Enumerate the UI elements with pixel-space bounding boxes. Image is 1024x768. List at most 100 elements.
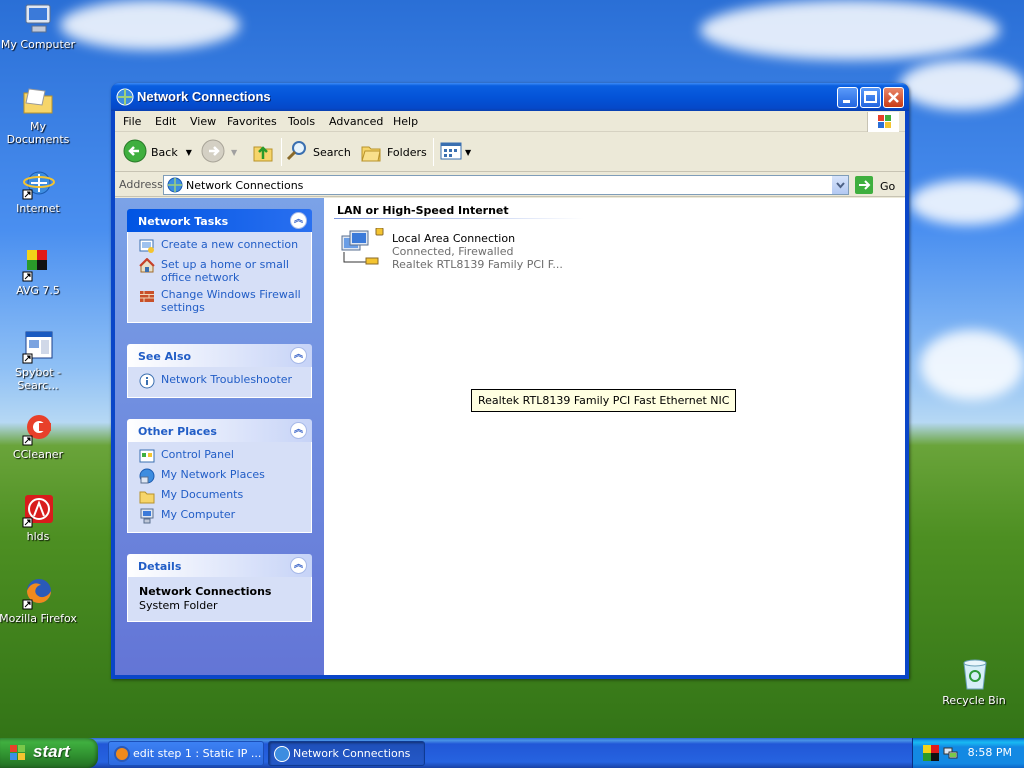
folder-icon bbox=[139, 488, 155, 504]
info-icon bbox=[139, 373, 155, 389]
place-my-documents[interactable]: My Documents bbox=[139, 488, 303, 504]
desktop-icon-label: My Computer bbox=[0, 38, 76, 51]
taskbar-button-network-connections[interactable]: Network Connections bbox=[268, 741, 425, 766]
clock: 8:58 PM bbox=[967, 746, 1012, 759]
title-bar[interactable]: Network Connections bbox=[111, 83, 909, 111]
up-folder-button[interactable] bbox=[251, 139, 275, 165]
device-tooltip: Realtek RTL8139 Family PCI Fast Ethernet… bbox=[471, 389, 737, 412]
network-places-icon bbox=[139, 468, 155, 484]
folders-button[interactable]: Folders bbox=[359, 139, 427, 165]
address-input[interactable]: Network Connections bbox=[163, 175, 849, 195]
start-button[interactable]: start bbox=[0, 738, 98, 768]
start-label: start bbox=[33, 742, 70, 761]
taskbar-button-label: Network Connections bbox=[293, 747, 411, 760]
menu-tools[interactable]: Tools bbox=[288, 115, 315, 128]
desktop-icon-hlds[interactable]: hlds bbox=[0, 494, 78, 543]
go-label: Go bbox=[880, 180, 896, 193]
desktop-icon-ccleaner[interactable]: CCleaner bbox=[0, 412, 78, 461]
minimize-button[interactable] bbox=[837, 87, 858, 108]
place-my-computer[interactable]: My Computer bbox=[139, 508, 303, 524]
forward-button[interactable]: ▼ bbox=[201, 139, 237, 165]
task-label: My Documents bbox=[161, 488, 244, 501]
details-header[interactable]: Details ︽ bbox=[127, 554, 312, 577]
collapse-chevron-icon[interactable]: ︽ bbox=[290, 212, 307, 229]
task-setup-home-network[interactable]: Set up a home or small office network bbox=[139, 257, 303, 284]
desktop-icon-label: hlds bbox=[26, 530, 50, 543]
taskbar-button-label: edit step 1 : Static IP ... bbox=[133, 747, 262, 760]
standard-toolbar: Back ▼ ▼ Search Folders ▼ bbox=[115, 132, 905, 172]
desktop-icon-label: AVG 7.5 bbox=[16, 284, 60, 297]
desktop-icon-avg[interactable]: AVG 7.5 bbox=[0, 248, 78, 297]
menu-file[interactable]: File bbox=[123, 115, 141, 128]
taskbar-button-firefox[interactable]: edit step 1 : Static IP ... bbox=[108, 741, 264, 766]
menu-advanced[interactable]: Advanced bbox=[329, 115, 383, 128]
task-pane: Network Tasks ︽ Create a new connection … bbox=[115, 198, 324, 675]
task-label: Create a new connection bbox=[161, 238, 299, 251]
connection-status: Connected, Firewalled bbox=[392, 245, 514, 258]
collapse-chevron-icon[interactable]: ︽ bbox=[290, 347, 307, 364]
network-connections-window: Network Connections File Edit View Favor… bbox=[111, 83, 909, 679]
see-also-header[interactable]: See Also ︽ bbox=[127, 344, 312, 367]
cloud bbox=[700, 0, 1000, 60]
desktop-icon-label: Recycle Bin bbox=[942, 694, 1006, 707]
group-title: LAN or High-Speed Internet bbox=[337, 204, 509, 217]
maximize-button[interactable] bbox=[860, 87, 881, 108]
desktop-icon-my-computer[interactable]: My Computer bbox=[0, 2, 78, 51]
local-area-connection-item[interactable]: Local Area Connection Connected, Firewal… bbox=[338, 223, 568, 274]
desktop-icon-internet[interactable]: Internet bbox=[0, 166, 78, 215]
task-network-troubleshooter[interactable]: Network Troubleshooter bbox=[139, 373, 303, 389]
network-connections-icon bbox=[167, 177, 183, 196]
task-label: Set up a home or small office network bbox=[161, 258, 289, 284]
place-control-panel[interactable]: Control Panel bbox=[139, 448, 303, 464]
windows-logo-icon bbox=[867, 112, 899, 132]
menu-bar: File Edit View Favorites Tools Advanced … bbox=[115, 111, 905, 132]
desktop-icon-recycle-bin[interactable]: Recycle Bin bbox=[934, 658, 1014, 707]
details-panel: Details ︽ Network Connections System Fol… bbox=[127, 554, 312, 622]
network-tasks-header[interactable]: Network Tasks ︽ bbox=[127, 209, 312, 232]
search-button[interactable]: Search bbox=[285, 139, 351, 165]
cloud bbox=[910, 180, 1024, 225]
other-places-panel: Other Places ︽ Control Panel My Network … bbox=[127, 419, 312, 533]
other-places-body: Control Panel My Network Places My Docum… bbox=[127, 442, 312, 533]
back-label: Back bbox=[151, 145, 178, 159]
menu-edit[interactable]: Edit bbox=[155, 115, 176, 128]
address-dropdown-button[interactable] bbox=[831, 176, 848, 194]
go-button[interactable]: Go bbox=[855, 176, 895, 197]
chevron-down-icon[interactable]: ▼ bbox=[186, 148, 192, 157]
task-label: My Network Places bbox=[161, 468, 265, 481]
system-tray: 8:58 PM bbox=[912, 738, 1024, 768]
back-button[interactable]: Back ▼ bbox=[123, 139, 192, 165]
menu-view[interactable]: View bbox=[190, 115, 216, 128]
place-my-network-places[interactable]: My Network Places bbox=[139, 468, 303, 484]
window-client: File Edit View Favorites Tools Advanced … bbox=[115, 111, 905, 675]
home-network-icon bbox=[139, 257, 155, 274]
toolbar-separator bbox=[281, 138, 282, 166]
menu-help[interactable]: Help bbox=[393, 115, 418, 128]
desktop-icon-my-documents[interactable]: My Documents bbox=[0, 84, 78, 146]
task-change-firewall[interactable]: Change Windows Firewall settings bbox=[139, 288, 303, 314]
avg-tray-icon[interactable] bbox=[923, 745, 939, 764]
computer-icon bbox=[21, 2, 55, 36]
close-button[interactable] bbox=[883, 87, 904, 108]
task-create-connection[interactable]: Create a new connection bbox=[139, 238, 303, 254]
network-tasks-panel: Network Tasks ︽ Create a new connection … bbox=[127, 209, 312, 323]
avg-icon bbox=[21, 248, 55, 282]
other-places-header[interactable]: Other Places ︽ bbox=[127, 419, 312, 442]
collapse-chevron-icon[interactable]: ︽ bbox=[290, 422, 307, 439]
desktop-icon-label: Spybot - Searc... bbox=[15, 366, 61, 392]
search-icon bbox=[285, 139, 309, 166]
firefox-icon bbox=[114, 746, 130, 762]
spybot-icon bbox=[21, 330, 55, 364]
address-label: Address bbox=[119, 178, 163, 191]
desktop-icon-spybot[interactable]: Spybot - Searc... bbox=[0, 330, 78, 392]
collapse-chevron-icon[interactable]: ︽ bbox=[290, 557, 307, 574]
network-connection-icon bbox=[338, 223, 384, 272]
menu-favorites[interactable]: Favorites bbox=[227, 115, 277, 128]
connections-list: LAN or High-Speed Internet Local Area Co… bbox=[324, 198, 905, 675]
desktop-icon-firefox[interactable]: Mozilla Firefox bbox=[0, 576, 78, 625]
network-tray-icon[interactable] bbox=[943, 745, 959, 764]
views-button[interactable]: ▼ bbox=[439, 139, 471, 165]
group-divider bbox=[334, 218, 584, 219]
task-label: Control Panel bbox=[161, 448, 234, 461]
explorer-content: Network Tasks ︽ Create a new connection … bbox=[115, 198, 905, 675]
